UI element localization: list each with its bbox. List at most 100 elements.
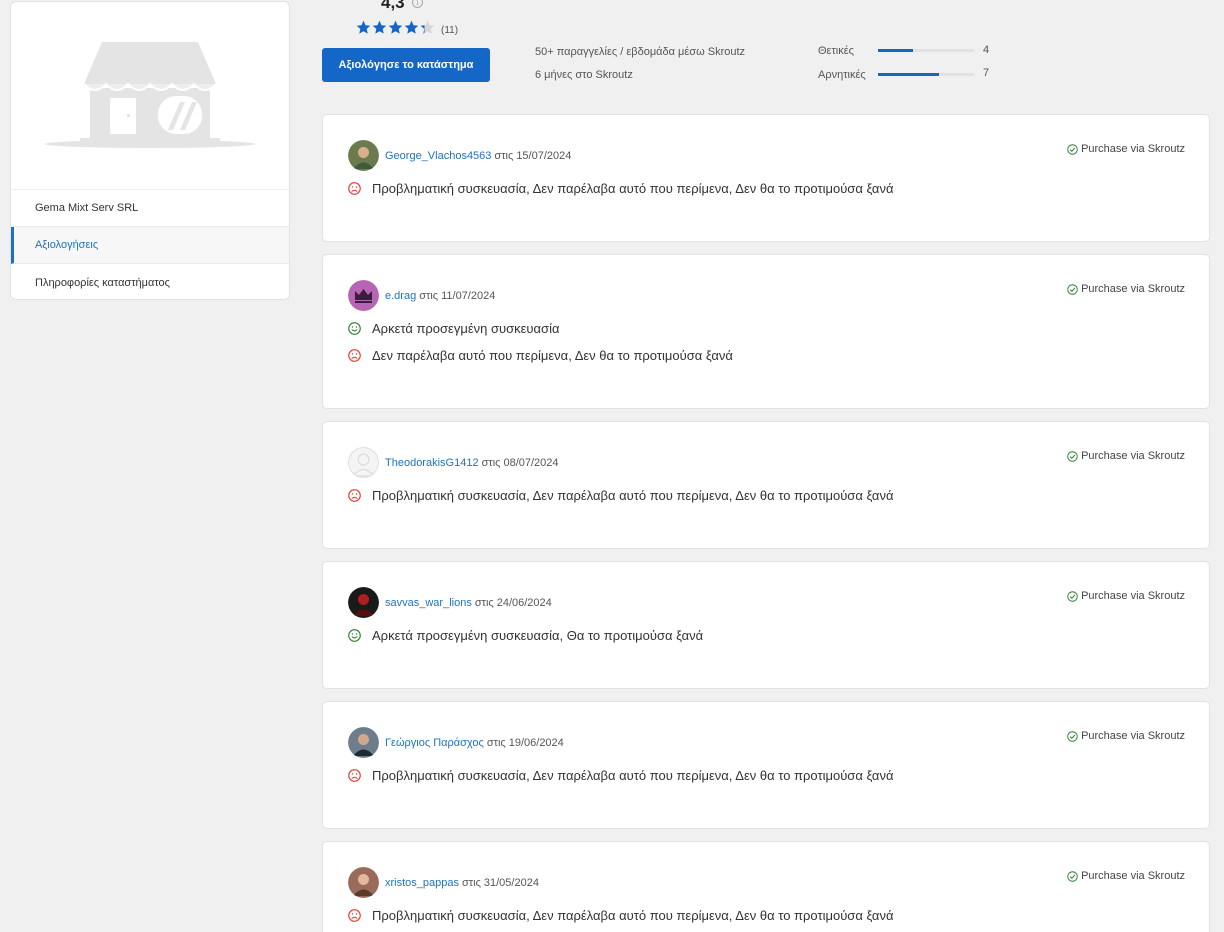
- check-circle-icon: [1067, 283, 1078, 295]
- review-header: George_Vlachos4563 στις 15/07/2024: [348, 140, 571, 171]
- review-date: 19/06/2024: [508, 736, 564, 749]
- avatar[interactable]: [348, 280, 379, 311]
- review-date: 08/07/2024: [503, 456, 559, 469]
- review-line-text: Προβληματική συσκευασία, Δεν παρέλαβα αυ…: [372, 908, 894, 923]
- star-icon: [388, 20, 403, 34]
- verified-purchase-label: Purchase via Skroutz: [1081, 870, 1185, 882]
- review-header: savvas_war_lions στις 24/06/2024: [348, 587, 552, 618]
- negative-count: 7: [983, 67, 990, 79]
- review-card: e.drag στις 11/07/2024 Purchase via Skroutz…: [322, 254, 1210, 409]
- negative-bar-fill: [878, 73, 940, 76]
- rating-stars: [356, 20, 435, 35]
- avatar[interactable]: [348, 447, 379, 478]
- check-circle-icon: [1067, 143, 1078, 155]
- review-card: George_Vlachos4563 στις 15/07/2024 Purchase…: [322, 114, 1210, 242]
- star-icon: [356, 20, 371, 34]
- review-date: 11/07/2024: [441, 289, 496, 302]
- rate-shop-button[interactable]: Αξιολόγησε το κατάστημα: [322, 48, 490, 82]
- avatar[interactable]: [348, 587, 379, 618]
- shop-name-link[interactable]: Gema Mixt Serv SRL: [11, 190, 289, 227]
- review-negative-line: Προβληματική συσκευασία, Δεν παρέλαβα αυ…: [348, 908, 893, 923]
- review-author-link[interactable]: Γεώργιος Παράσχος: [385, 737, 484, 749]
- verified-purchase-badge: Purchase via Skroutz: [1067, 143, 1185, 155]
- positive-count: 4: [983, 44, 990, 56]
- review-author-link[interactable]: TheodorakisG1412: [385, 457, 479, 469]
- frown-icon: [348, 909, 361, 922]
- verified-purchase-badge: Purchase via Skroutz: [1067, 450, 1185, 462]
- review-negative-line: Προβληματική συσκευασία, Δεν παρέλαβα αυ…: [348, 768, 893, 783]
- verified-purchase-label: Purchase via Skroutz: [1081, 450, 1185, 462]
- store-icon: [45, 41, 255, 148]
- verified-purchase-label: Purchase via Skroutz: [1081, 590, 1185, 602]
- review-card: savvas_war_lions στις 24/06/2024 Purchase v…: [322, 561, 1210, 689]
- review-positive-line: Αρκετά προσεγμένη συσκευασία, Θα το προτ…: [348, 628, 703, 643]
- orders-per-week-stat: 50+ παραγγελίες / εβδομάδα μέσω Skroutz: [535, 46, 746, 58]
- review-date-prefix: στις: [474, 596, 494, 609]
- review-line-text: Αρκετά προσεγμένη συσκευασία, Θα το προτ…: [372, 628, 704, 643]
- smile-icon: [348, 322, 361, 335]
- star-icon: [420, 20, 435, 34]
- review-date-prefix: στις: [486, 736, 506, 749]
- rating-count[interactable]: (11): [441, 25, 458, 36]
- info-icon[interactable]: i: [412, 0, 423, 8]
- review-date-prefix: στις: [481, 456, 501, 469]
- months-on-platform-stat: 6 μήνες στο Skroutz: [535, 69, 633, 81]
- review-author-link[interactable]: e.drag: [385, 290, 416, 302]
- review-date-prefix: στις: [419, 289, 439, 302]
- star-icon: [404, 20, 419, 34]
- review-line-text: Δεν παρέλαβα αυτό που περίμενα, Δεν θα τ…: [372, 348, 733, 363]
- review-author-link[interactable]: xristos_pappas: [385, 877, 459, 889]
- sidebar-item-shop-info[interactable]: Πληροφορίες καταστήματος: [11, 264, 289, 299]
- check-circle-icon: [1067, 870, 1078, 882]
- shop-placeholder-image: [11, 2, 289, 190]
- verified-purchase-badge: Purchase via Skroutz: [1067, 590, 1185, 602]
- positive-bar-fill: [878, 49, 913, 52]
- verified-purchase-badge: Purchase via Skroutz: [1067, 283, 1185, 295]
- avatar[interactable]: [348, 727, 379, 758]
- negative-bar: [878, 73, 974, 76]
- review-line-text: Αρκετά προσεγμένη συσκευασία: [372, 321, 560, 336]
- review-positive-line: Αρκετά προσεγμένη συσκευασία: [348, 321, 559, 336]
- star-icon: [372, 20, 387, 34]
- review-line-text: Προβληματική συσκευασία, Δεν παρέλαβα αυ…: [372, 488, 894, 503]
- check-circle-icon: [1067, 590, 1078, 602]
- sidebar-item-reviews[interactable]: Αξιολογήσεις: [11, 227, 289, 264]
- review-line-text: Προβληματική συσκευασία, Δεν παρέλαβα αυ…: [372, 768, 894, 783]
- review-negative-line: Προβληματική συσκευασία, Δεν παρέλαβα αυ…: [348, 488, 893, 503]
- review-date: 31/05/2024: [483, 876, 539, 889]
- shop-sidebar: Gema Mixt Serv SRL Αξιολογήσεις Πληροφορ…: [10, 1, 290, 300]
- positive-label: Θετικές: [818, 45, 854, 57]
- frown-icon: [348, 182, 361, 195]
- rating-value: 4,3: [381, 0, 405, 12]
- verified-purchase-label: Purchase via Skroutz: [1081, 730, 1185, 742]
- review-author-link[interactable]: George_Vlachos4563: [385, 150, 491, 162]
- verified-purchase-badge: Purchase via Skroutz: [1067, 870, 1185, 882]
- review-negative-line: Προβληματική συσκευασία, Δεν παρέλαβα αυ…: [348, 181, 893, 196]
- frown-icon: [348, 769, 361, 782]
- review-date-prefix: στις: [494, 149, 514, 162]
- positive-bar: [878, 49, 974, 52]
- review-header: Γεώργιος Παράσχος στις 19/06/2024: [348, 727, 564, 758]
- verified-purchase-label: Purchase via Skroutz: [1081, 283, 1185, 295]
- review-header: TheodorakisG1412 στις 08/07/2024: [348, 447, 559, 478]
- review-header: e.drag στις 11/07/2024: [348, 280, 495, 311]
- verified-purchase-label: Purchase via Skroutz: [1081, 143, 1185, 155]
- review-card: Γεώργιος Παράσχος στις 19/06/2024 Purchase …: [322, 701, 1210, 829]
- review-line-text: Προβληματική συσκευασία, Δεν παρέλαβα αυ…: [372, 181, 894, 196]
- negative-label: Αρνητικές: [818, 69, 866, 81]
- frown-icon: [348, 489, 361, 502]
- avatar[interactable]: [348, 867, 379, 898]
- verified-purchase-badge: Purchase via Skroutz: [1067, 730, 1185, 742]
- review-card: xristos_pappas στις 31/05/2024 Purchase via…: [322, 841, 1210, 932]
- review-header: xristos_pappas στις 31/05/2024: [348, 867, 539, 898]
- review-author-link[interactable]: savvas_war_lions: [385, 597, 472, 609]
- check-circle-icon: [1067, 450, 1078, 462]
- review-negative-line: Δεν παρέλαβα αυτό που περίμενα, Δεν θα τ…: [348, 348, 733, 363]
- avatar[interactable]: [348, 140, 379, 171]
- check-circle-icon: [1067, 730, 1078, 742]
- review-date-prefix: στις: [462, 876, 481, 889]
- review-card: TheodorakisG1412 στις 08/07/2024 Purchase v…: [322, 421, 1210, 549]
- review-date: 24/06/2024: [496, 596, 552, 609]
- review-date: 15/07/2024: [516, 149, 572, 162]
- smile-icon: [348, 629, 361, 642]
